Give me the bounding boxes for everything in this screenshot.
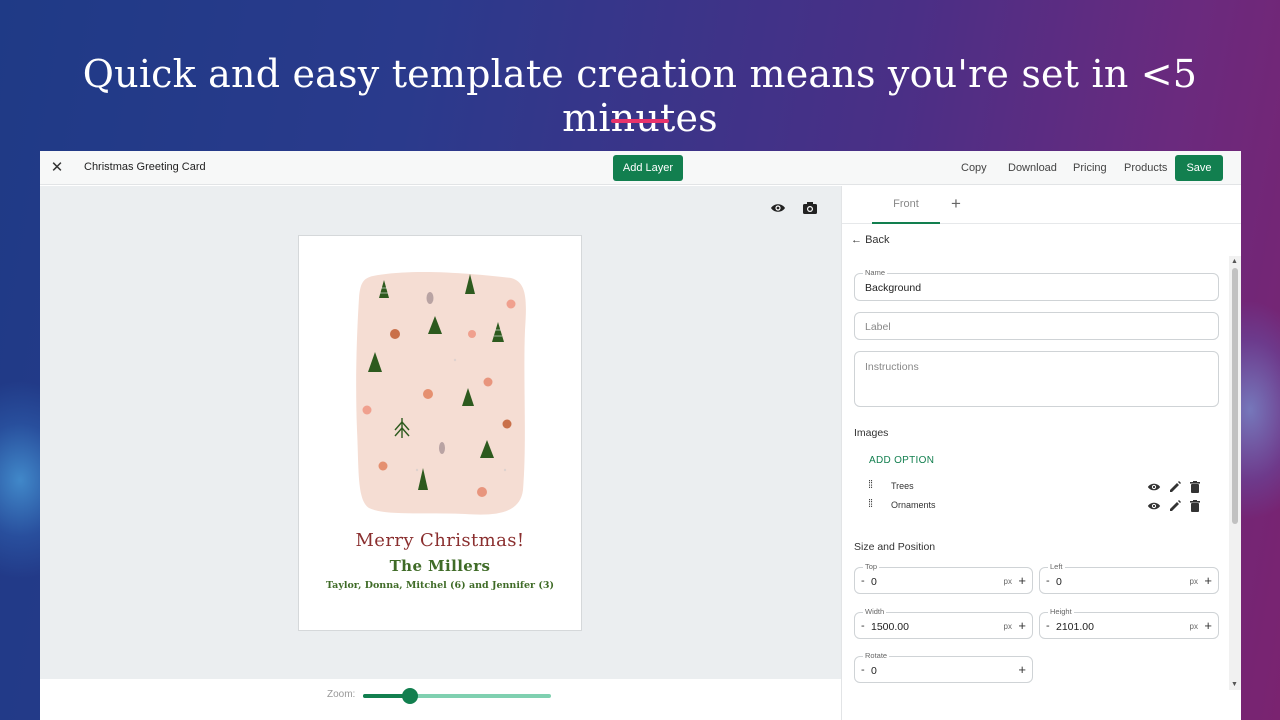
top-bar: ✕ Christmas Greeting Card Add Layer Copy… bbox=[40, 151, 1241, 185]
document-title: Christmas Greeting Card bbox=[84, 161, 206, 173]
height-field-value: 2101.00 bbox=[1056, 621, 1094, 633]
scrollbar-thumb[interactable] bbox=[1232, 268, 1238, 524]
rotate-field[interactable]: Rotate - 0 + bbox=[854, 656, 1033, 683]
pricing-link[interactable]: Pricing bbox=[1073, 162, 1107, 174]
images-heading: Images bbox=[854, 427, 888, 439]
eye-icon[interactable] bbox=[770, 201, 786, 215]
left-field-label: Left bbox=[1048, 562, 1065, 571]
rotate-field-label: Rotate bbox=[863, 651, 889, 660]
card-names-text: Taylor, Donna, Mitchel (6) and Jennifer … bbox=[299, 580, 581, 591]
pencil-icon[interactable] bbox=[1168, 480, 1182, 494]
plus-icon[interactable]: + bbox=[1204, 618, 1212, 633]
plus-icon[interactable]: + bbox=[1204, 573, 1212, 588]
label-field-placeholder: Label bbox=[865, 321, 891, 333]
width-field-label: Width bbox=[863, 607, 886, 616]
minus-icon[interactable]: - bbox=[1046, 620, 1050, 632]
save-button[interactable]: Save bbox=[1175, 155, 1223, 181]
plus-icon[interactable]: + bbox=[1018, 662, 1026, 677]
top-field-value: 0 bbox=[871, 576, 877, 588]
unit-label: px bbox=[1004, 577, 1012, 586]
top-field[interactable]: Top - 0 px + bbox=[854, 567, 1033, 594]
card-background-art bbox=[355, 270, 529, 518]
size-position-heading: Size and Position bbox=[854, 541, 935, 553]
unit-label: px bbox=[1190, 577, 1198, 586]
drag-handle-icon[interactable]: ⁞⁞ bbox=[868, 479, 872, 491]
minus-icon[interactable]: - bbox=[861, 620, 865, 632]
side-tabs: Front + bbox=[842, 186, 1241, 224]
headline: Quick and easy template creation means y… bbox=[0, 52, 1280, 140]
name-field-value: Background bbox=[865, 282, 921, 294]
trash-icon[interactable] bbox=[1188, 499, 1202, 513]
plus-icon[interactable]: + bbox=[1018, 618, 1026, 633]
card-greeting-text: Merry Christmas! bbox=[299, 530, 581, 551]
close-icon[interactable]: ✕ bbox=[48, 159, 66, 177]
minus-icon[interactable]: - bbox=[1046, 575, 1050, 587]
camera-icon[interactable] bbox=[802, 201, 818, 215]
rotate-field-value: 0 bbox=[871, 665, 877, 677]
name-field-label: Name bbox=[863, 268, 887, 277]
top-field-label: Top bbox=[863, 562, 879, 571]
unit-label: px bbox=[1004, 622, 1012, 631]
app-window: ✕ Christmas Greeting Card Add Layer Copy… bbox=[40, 151, 1241, 720]
panel-scrollbar[interactable]: ▲ ▼ bbox=[1229, 256, 1241, 690]
eye-icon[interactable] bbox=[1147, 499, 1161, 513]
zoom-slider-thumb[interactable] bbox=[402, 688, 418, 704]
scroll-down-icon[interactable]: ▼ bbox=[1231, 681, 1238, 688]
drag-handle-icon[interactable]: ⁞⁞ bbox=[868, 498, 872, 510]
width-field-value: 1500.00 bbox=[871, 621, 909, 633]
image-row-trees[interactable]: ⁞⁞ Trees bbox=[864, 479, 1219, 497]
headline-underline bbox=[611, 119, 669, 123]
left-field-value: 0 bbox=[1056, 576, 1062, 588]
download-link[interactable]: Download bbox=[1008, 162, 1057, 174]
zoom-bar: Zoom: bbox=[40, 679, 841, 720]
plus-icon[interactable]: + bbox=[1018, 573, 1026, 588]
eye-icon[interactable] bbox=[1147, 480, 1161, 494]
zoom-label: Zoom: bbox=[327, 689, 355, 700]
zoom-slider[interactable] bbox=[363, 694, 551, 698]
products-link[interactable]: Products bbox=[1124, 162, 1167, 174]
tab-front[interactable]: Front bbox=[872, 186, 940, 224]
back-label: Back bbox=[865, 234, 889, 246]
image-name: Ornaments bbox=[891, 500, 936, 510]
instructions-field[interactable]: Instructions bbox=[854, 351, 1219, 407]
image-name: Trees bbox=[891, 481, 914, 491]
add-option-button[interactable]: ADD OPTION bbox=[869, 455, 934, 466]
trash-icon[interactable] bbox=[1188, 480, 1202, 494]
minus-icon[interactable]: - bbox=[861, 575, 865, 587]
add-layer-button[interactable]: Add Layer bbox=[613, 155, 683, 181]
properties-panel: Front + ← Back Name Background Label Ins… bbox=[841, 186, 1241, 720]
plus-icon[interactable]: + bbox=[946, 194, 966, 214]
arrow-left-icon: ← bbox=[851, 234, 862, 246]
image-row-ornaments[interactable]: ⁞⁞ Ornaments bbox=[864, 498, 1219, 516]
width-field[interactable]: Width - 1500.00 px + bbox=[854, 612, 1033, 639]
instructions-field-placeholder: Instructions bbox=[865, 361, 919, 373]
back-link[interactable]: ← Back bbox=[851, 234, 890, 246]
height-field[interactable]: Height - 2101.00 px + bbox=[1039, 612, 1219, 639]
pencil-icon[interactable] bbox=[1168, 499, 1182, 513]
copy-link[interactable]: Copy bbox=[961, 162, 987, 174]
card-family-text: The Millers bbox=[299, 557, 581, 575]
greeting-card-preview[interactable]: Merry Christmas! The Millers Taylor, Don… bbox=[298, 235, 582, 631]
label-field[interactable]: Label bbox=[854, 312, 1219, 340]
minus-icon[interactable]: - bbox=[861, 664, 865, 676]
name-field[interactable]: Name Background bbox=[854, 273, 1219, 301]
design-canvas[interactable]: Merry Christmas! The Millers Taylor, Don… bbox=[40, 186, 841, 679]
left-field[interactable]: Left - 0 px + bbox=[1039, 567, 1219, 594]
unit-label: px bbox=[1190, 622, 1198, 631]
height-field-label: Height bbox=[1048, 607, 1074, 616]
scroll-up-icon[interactable]: ▲ bbox=[1231, 258, 1238, 265]
